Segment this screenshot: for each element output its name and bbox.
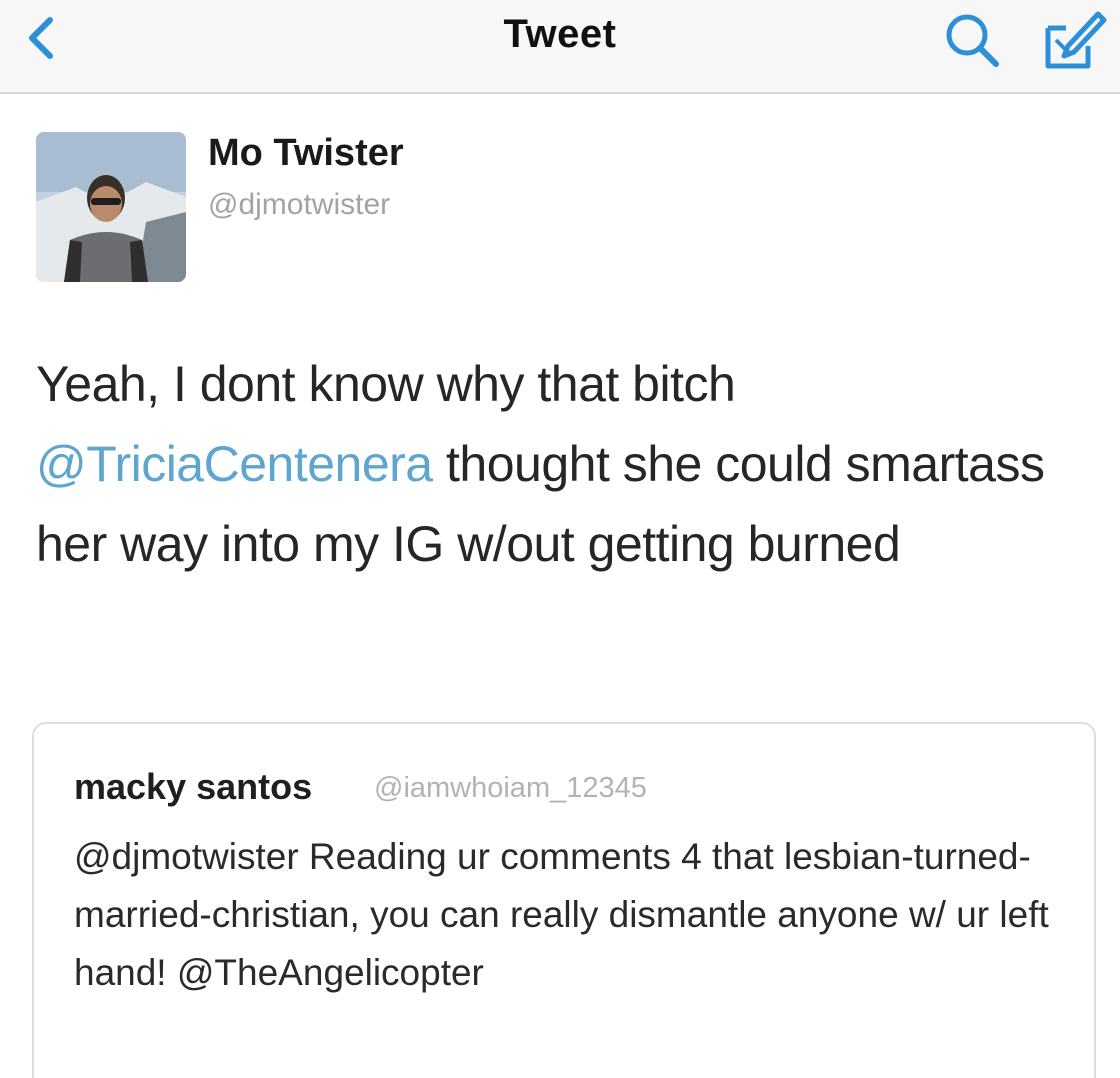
profile-photo xyxy=(36,132,186,282)
nav-bar: Tweet xyxy=(0,0,1120,94)
author-handle[interactable]: @djmotwister xyxy=(208,188,390,222)
tweet-text: Yeah, I dont know why that bitch @Tricia… xyxy=(36,344,1106,584)
tweet-text-part1: Yeah, I dont know why that bitch xyxy=(36,356,736,412)
author-name[interactable]: Mo Twister xyxy=(208,132,404,175)
quoted-tweet-card[interactable]: macky santos @iamwhoiam_12345 @djmotwist… xyxy=(32,722,1096,1078)
search-icon xyxy=(946,14,999,67)
quoted-tweet-text: @djmotwister Reading ur comments 4 that … xyxy=(74,836,1049,993)
avatar[interactable] xyxy=(36,132,186,282)
compose-button[interactable] xyxy=(1040,6,1110,76)
quoted-author-name: macky santos xyxy=(74,766,313,807)
quoted-author-handle: @iamwhoiam_12345 xyxy=(374,772,647,804)
search-button[interactable] xyxy=(940,8,1006,74)
compose-icon xyxy=(1045,11,1107,69)
mention-link[interactable]: @TriciaCentenera xyxy=(36,436,433,492)
tweet-detail-screen: Tweet Mo Twister @djmotwister Yeah, I do… xyxy=(0,0,1120,1078)
